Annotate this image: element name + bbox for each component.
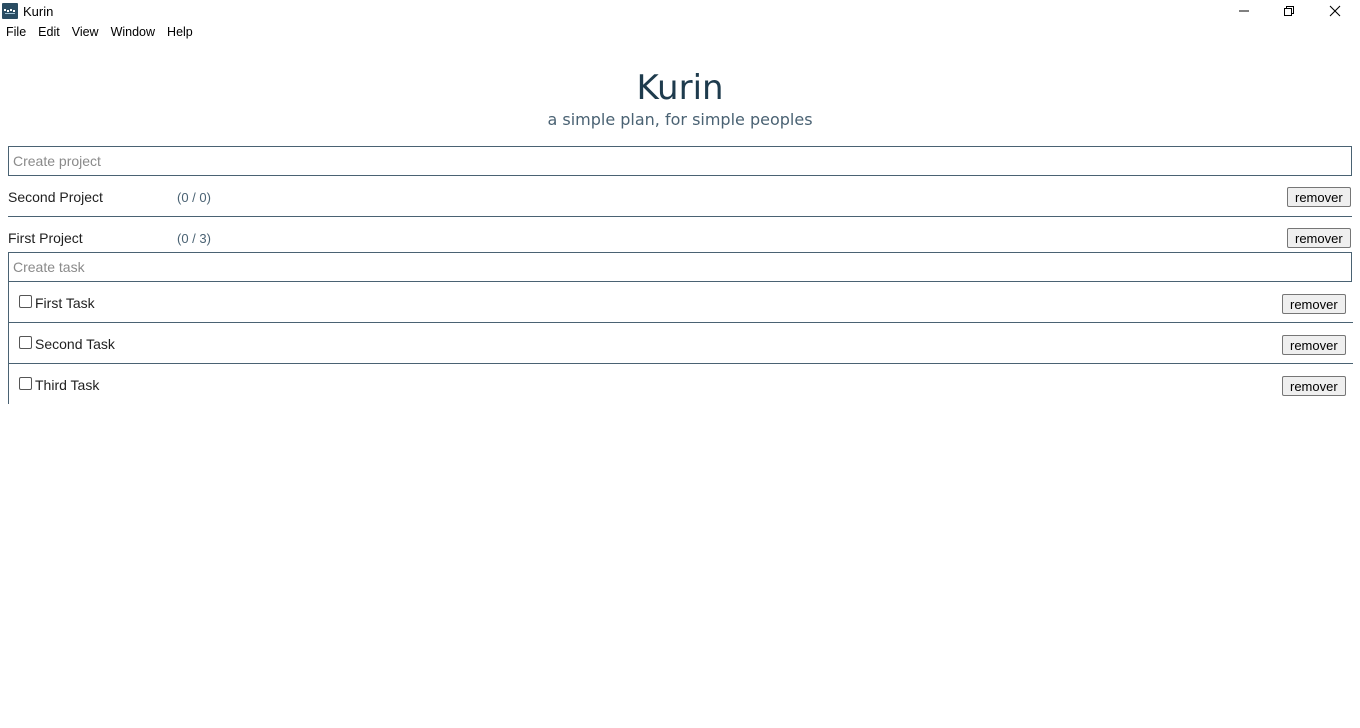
- task-row: Second Task remover: [9, 323, 1353, 364]
- close-button[interactable]: [1312, 0, 1358, 22]
- restore-button[interactable]: [1266, 0, 1312, 22]
- remove-task-button[interactable]: remover: [1282, 335, 1346, 355]
- remove-project-button[interactable]: remover: [1287, 187, 1351, 207]
- menu-view[interactable]: View: [66, 23, 105, 43]
- app-subtitle: a simple plan, for simple peoples: [547, 110, 813, 129]
- menu-edit[interactable]: Edit: [32, 23, 66, 43]
- project-name: Second Project: [8, 189, 103, 205]
- minimize-button[interactable]: [1221, 0, 1267, 22]
- minimize-icon: [1239, 10, 1249, 12]
- project-name: First Project: [8, 230, 83, 246]
- project-row-second-project[interactable]: Second Project (0 / 0) remover: [8, 176, 1352, 217]
- project-task-count: (0 / 3): [177, 231, 211, 246]
- task-label: Third Task: [35, 377, 100, 393]
- task-label: Second Task: [35, 336, 115, 352]
- title-bar: Kurin: [0, 0, 1360, 22]
- menu-bar: File Edit View Window Help: [0, 23, 199, 43]
- task-checkbox[interactable]: [19, 295, 32, 308]
- task-checkbox[interactable]: [19, 377, 32, 390]
- window-title: Kurin: [23, 4, 54, 19]
- close-icon: [1329, 5, 1341, 17]
- menu-file[interactable]: File: [0, 23, 32, 43]
- task-checkbox[interactable]: [19, 336, 32, 349]
- remove-task-button[interactable]: remover: [1282, 376, 1346, 396]
- app-title: Kurin: [636, 68, 724, 108]
- task-label: First Task: [35, 295, 95, 311]
- remove-task-button[interactable]: remover: [1282, 294, 1346, 314]
- remove-project-button[interactable]: remover: [1287, 228, 1351, 248]
- kurin-logo-icon: [2, 3, 18, 19]
- project-task-count: (0 / 0): [177, 190, 211, 205]
- create-project-input[interactable]: [8, 146, 1352, 176]
- restore-icon: [1284, 6, 1294, 16]
- menu-help[interactable]: Help: [161, 23, 199, 43]
- task-row: First Task remover: [9, 282, 1353, 323]
- task-row: Third Task remover: [9, 364, 1353, 405]
- task-list: First Task remover Second Task remover T…: [8, 282, 1353, 405]
- menu-window[interactable]: Window: [105, 23, 161, 43]
- project-row-first-project[interactable]: First Project (0 / 3) remover: [8, 217, 1352, 253]
- create-task-input[interactable]: [8, 252, 1352, 282]
